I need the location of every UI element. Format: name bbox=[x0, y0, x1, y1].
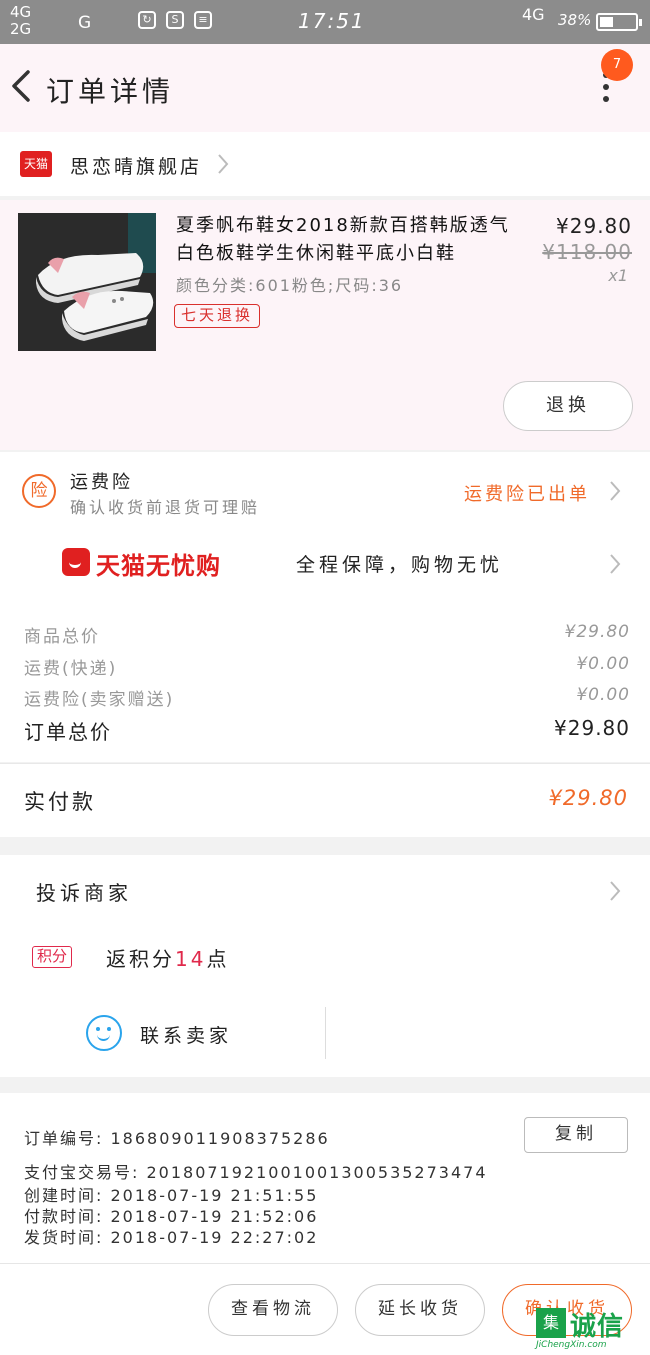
summary-value: ¥0.00 bbox=[576, 685, 630, 705]
actions-section: 投诉商家 积分 返积分14点 联系卖家 bbox=[0, 855, 650, 1077]
shield-logo-icon bbox=[62, 548, 90, 576]
alipay-number: 支付宝交易号: 2018071921001001300535273474 bbox=[24, 1163, 488, 1182]
summary-label: 商品总价 bbox=[24, 627, 100, 647]
points-text: 返积分14点 bbox=[106, 943, 229, 972]
product-sku: 颜色分类:601粉色;尺码:36 bbox=[176, 276, 404, 295]
battery-fill bbox=[600, 17, 613, 27]
status-icons: ↻ S ≡ bbox=[138, 11, 212, 29]
order-total-row: 订单总价 ¥29.80 bbox=[24, 716, 630, 745]
return-policy-tag: 七天退换 bbox=[174, 304, 261, 328]
sim-icon: S bbox=[166, 11, 184, 29]
product-item[interactable]: 夏季帆布鞋女2018新款百搭韩版透气白色板鞋学生休闲鞋平底小白鞋 颜色分类:60… bbox=[0, 200, 650, 450]
product-title: 夏季帆布鞋女2018新款百搭韩版透气白色板鞋学生休闲鞋平底小白鞋 bbox=[176, 215, 510, 264]
order-total-label: 订单总价 bbox=[24, 720, 112, 744]
exchange-button[interactable]: 退换 bbox=[503, 381, 633, 431]
paid-value: ¥29.80 bbox=[548, 786, 628, 810]
signal-indicator: 4G 2G bbox=[10, 4, 31, 38]
watermark-url: JiChengXin.com bbox=[536, 1340, 607, 1350]
chat-face-icon[interactable] bbox=[86, 1015, 122, 1051]
original-price: ¥118.00 bbox=[542, 240, 632, 264]
shipping-insurance-row[interactable]: 险 运费险 确认收货前退货可理赔 运费险已出单 bbox=[0, 452, 650, 532]
points-prefix: 返积分 bbox=[106, 947, 175, 971]
battery-icon bbox=[596, 13, 642, 31]
product-price: ¥29.80 bbox=[556, 214, 632, 238]
store-row[interactable]: 天猫 思恋晴旗舰店 bbox=[0, 132, 650, 196]
copy-button[interactable]: 复制 bbox=[524, 1117, 628, 1153]
order-total-value: ¥29.80 bbox=[554, 716, 630, 740]
notification-badge: 7 bbox=[601, 49, 633, 81]
product-quantity: x1 bbox=[608, 266, 628, 285]
signal-4g-label: 4G bbox=[10, 3, 32, 21]
watermark-box: 集 bbox=[536, 1308, 566, 1338]
storage-icon: ≡ bbox=[194, 11, 212, 29]
tmall-logo-icon: 天猫 bbox=[20, 151, 52, 177]
summary-label: 运费(快递) bbox=[24, 659, 118, 679]
summary-row: 商品总价 ¥29.80 bbox=[24, 622, 630, 647]
nav-bar: 订单详情 7 bbox=[0, 44, 650, 132]
insurance-title: 运费险 bbox=[70, 472, 133, 493]
watermark-text: 诚信 bbox=[570, 1312, 625, 1342]
chevron-right-icon bbox=[610, 554, 621, 574]
summary-label: 运费险(卖家赠送) bbox=[24, 690, 175, 710]
order-number: 订单编号: 1868090119083752​86 bbox=[24, 1129, 330, 1148]
summary-value: ¥29.80 bbox=[564, 622, 630, 642]
summary-row: 运费险(卖家赠送) ¥0.00 bbox=[24, 685, 630, 710]
summary-value: ¥0.00 bbox=[576, 654, 630, 674]
order-info: 订单编号: 1868090119083752​86 复制 支付宝交易号: 201… bbox=[0, 1093, 650, 1263]
extend-receipt-button[interactable]: 延长收货 bbox=[355, 1284, 485, 1336]
insurance-subtitle: 确认收货前退货可理赔 bbox=[70, 498, 261, 517]
signal-2g-label: 2G bbox=[10, 20, 32, 38]
product-image bbox=[18, 213, 156, 351]
paid-label: 实付款 bbox=[24, 790, 96, 814]
points-tag: 积分 bbox=[32, 946, 73, 968]
tmall-wuyou-row[interactable]: 天猫无忧购 全程保障，购物无忧 bbox=[0, 532, 650, 596]
watermark-logo: 集 诚信 JiChengXin.com bbox=[534, 1306, 646, 1352]
signal-g-label: G bbox=[78, 13, 92, 33]
network-label: 4G bbox=[522, 5, 545, 24]
chevron-right-icon bbox=[610, 481, 621, 501]
divider bbox=[325, 1007, 326, 1059]
chevron-right-icon bbox=[610, 881, 621, 901]
points-number: 14 bbox=[175, 947, 207, 971]
sync-icon: ↻ bbox=[138, 11, 156, 29]
status-bar: 4G 2G G ↻ S ≡ 17:51 4G 38% bbox=[0, 0, 650, 44]
points-suffix: 点 bbox=[206, 947, 230, 971]
back-arrow-icon[interactable] bbox=[8, 66, 38, 106]
contact-seller-button[interactable]: 联系卖家 bbox=[140, 1021, 232, 1048]
shipped-time: 发货时间: 2018-07-19 22:27:02 bbox=[24, 1228, 319, 1247]
paid-amount-row: 实付款 ¥29.80 bbox=[0, 763, 650, 837]
page-title: 订单详情 bbox=[46, 75, 175, 108]
store-name: 思恋晴旗舰店 bbox=[70, 156, 203, 178]
chevron-right-icon bbox=[218, 154, 229, 174]
wuyou-slogan: 全程保障，购物无忧 bbox=[296, 554, 504, 576]
summary-row: 运费(快递) ¥0.00 bbox=[24, 654, 630, 679]
wuyou-brand: 天猫无忧购 bbox=[96, 552, 221, 580]
price-summary: 商品总价 ¥29.80 运费(快递) ¥0.00 运费险(卖家赠送) ¥0.00… bbox=[0, 596, 650, 762]
clock: 17:51 bbox=[298, 9, 366, 33]
view-logistics-button[interactable]: 查看物流 bbox=[208, 1284, 338, 1336]
insurance-status: 运费险已出单 bbox=[464, 484, 590, 505]
complain-seller-link[interactable]: 投诉商家 bbox=[36, 877, 132, 906]
insurance-icon: 险 bbox=[22, 474, 56, 508]
battery-percent: 38% bbox=[558, 11, 592, 29]
